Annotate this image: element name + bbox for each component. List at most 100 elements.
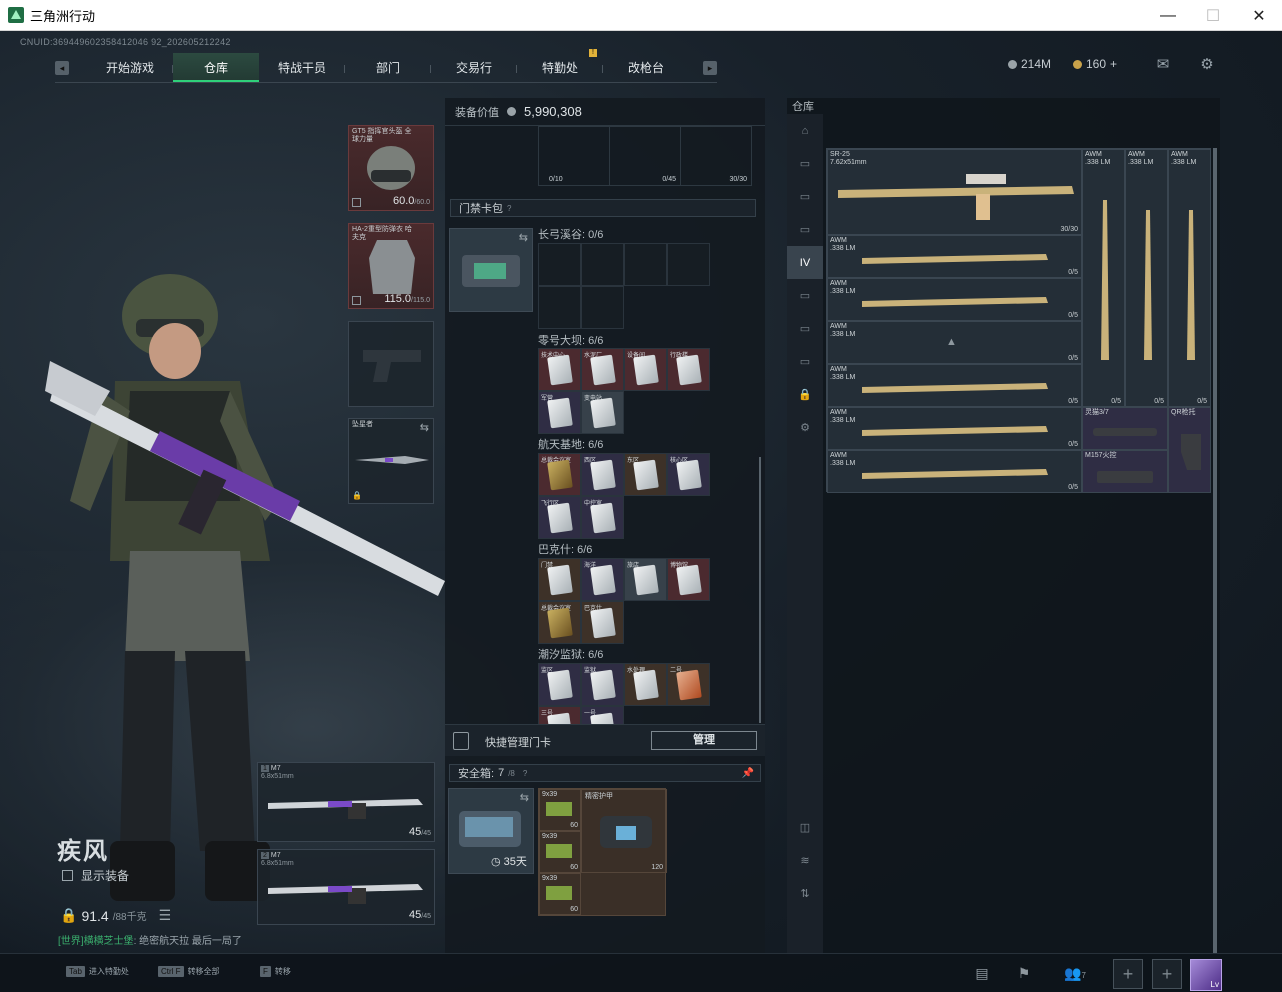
hint-enter-special-ops[interactable]: Tab 进入特勤处 [66, 966, 129, 977]
category-medical-icon[interactable]: ▭ [787, 312, 823, 345]
close-button[interactable]: ✕ [1236, 0, 1282, 31]
stash-item-awm[interactable]: AWM .338 LM 0/5 [827, 364, 1082, 407]
flag-icon[interactable]: ⚑ [1013, 962, 1035, 984]
stats-chart-icon[interactable]: ▤ [971, 962, 993, 984]
swap-icon[interactable]: ⇆ [519, 231, 528, 244]
settings-gear-icon[interactable]: ⚙ [1198, 57, 1216, 73]
tab-special-ops[interactable]: 特勤处! [517, 49, 603, 82]
hint-transfer[interactable]: F 转移 [260, 966, 291, 977]
stash-item-fire-control[interactable]: M157火控 [1082, 450, 1168, 493]
stash-item-awm-vertical[interactable]: AWM .338 LM 0/5 [1082, 149, 1125, 407]
keycard[interactable]: 西区 [581, 453, 624, 496]
category-iv-icon[interactable]: IV [787, 246, 823, 279]
stash-scrollbar[interactable] [1213, 148, 1217, 953]
keycard[interactable]: 设备间 [624, 348, 667, 391]
keycard[interactable]: 水处理 [624, 663, 667, 706]
layers-icon[interactable]: ≋ [787, 844, 823, 877]
transfer-icon[interactable]: ⇅ [787, 877, 823, 910]
keycard[interactable]: 技术中心 [538, 348, 581, 391]
stash-item-awm-vertical[interactable]: AWM .338 LM 0/5 [1168, 149, 1211, 407]
nav-next-icon[interactable]: ▸ [703, 60, 717, 75]
ammo-item[interactable]: 9x39 60 [539, 873, 581, 915]
category-ammo-icon[interactable]: ▭ [787, 180, 823, 213]
keycard[interactable]: 总裁会议室 [538, 453, 581, 496]
show-equipment-checkbox[interactable] [62, 870, 73, 881]
keycard[interactable]: 核心区 [667, 453, 710, 496]
category-gear-icon[interactable]: ▭ [787, 279, 823, 312]
key-slot-empty[interactable] [624, 243, 667, 286]
tab-department[interactable]: 部门 [345, 53, 431, 82]
swap-icon[interactable]: ⇆ [420, 421, 429, 434]
keycard[interactable]: 旅店 [624, 558, 667, 601]
keycard[interactable]: 二号 [667, 663, 710, 706]
pistol-slot[interactable] [348, 321, 434, 407]
pin-icon[interactable]: 📌 [742, 768, 754, 779]
add-party-slot-button[interactable]: + [1113, 959, 1143, 989]
category-misc-icon[interactable]: ▭ [787, 345, 823, 378]
sort-icon[interactable]: ◫ [787, 811, 823, 844]
melee-slot[interactable]: 坠星者 ⇆ 🔒 [348, 418, 434, 504]
player-avatar[interactable]: Lv [1190, 959, 1222, 991]
keycard[interactable]: 东区 [624, 453, 667, 496]
swap-icon[interactable]: ⇆ [520, 791, 529, 804]
show-equipment-toggle[interactable]: 显示装备 [62, 867, 129, 884]
keycard[interactable]: 水泥厂 [581, 348, 624, 391]
stash-item-stock[interactable]: QR枪托 [1168, 407, 1211, 493]
key-slot-empty[interactable] [538, 243, 581, 286]
mail-icon[interactable]: ✉ [1154, 57, 1172, 73]
category-armor-icon[interactable]: ▭ [787, 213, 823, 246]
keycard[interactable]: 三号 [538, 706, 581, 724]
category-all-icon[interactable]: ⌂ [787, 114, 823, 147]
keycard-case-slot[interactable]: ⇆ [449, 228, 533, 312]
key-slot-empty[interactable] [538, 286, 581, 329]
tab-start-game[interactable]: 开始游戏 [87, 53, 173, 82]
key-slot-empty[interactable] [581, 243, 624, 286]
keycard[interactable]: 监狱 [581, 663, 624, 706]
backpack-item[interactable]: 30/30 [681, 127, 751, 185]
key-slot-empty[interactable] [581, 286, 624, 329]
tab-trading[interactable]: 交易行 [431, 53, 517, 82]
keycard[interactable]: 门禁 [538, 558, 581, 601]
stash-item-sr25[interactable]: SR-25 7.62x51mm 30/30 [827, 149, 1082, 235]
tab-warehouse[interactable]: 仓库 [173, 53, 259, 82]
armor-slot[interactable]: HA-2重型防弹衣 哈夫克 115.0/115.0 [348, 223, 434, 309]
ammo-item[interactable]: 9x39 60 [539, 789, 581, 831]
list-icon[interactable]: ☰ [159, 907, 172, 924]
category-settings-icon[interactable]: ⚙ [787, 411, 823, 444]
key-slot-empty[interactable] [667, 243, 710, 286]
nav-prev-icon[interactable]: ◂ [55, 60, 69, 75]
manage-keycards-button[interactable]: 管理 [651, 731, 757, 750]
keycard[interactable]: 巴克什 [581, 601, 624, 644]
keycard[interactable]: 监区 [538, 663, 581, 706]
safe-box-slot[interactable]: ⇆ ◷ 35天 [448, 788, 534, 874]
stash-item-scope[interactable]: 灵猫3/7 [1082, 407, 1168, 450]
tab-operators[interactable]: 特战干员 [259, 53, 345, 82]
keycard[interactable]: 军营 [538, 391, 581, 434]
category-locked-icon[interactable]: 🔒 [787, 378, 823, 411]
stash-item-awm[interactable]: AWM .338 LM 0/5 [827, 407, 1082, 450]
category-weapons-icon[interactable]: ▭ [787, 147, 823, 180]
keycard[interactable]: 飞行区 [538, 496, 581, 539]
tab-gunsmith[interactable]: 改枪台 [603, 53, 689, 82]
stash-item-awm[interactable]: AWM .338 LM 0/5 [827, 450, 1082, 493]
hint-transfer-all[interactable]: Ctrl F 转移全部 [158, 966, 220, 977]
keycard[interactable]: 总裁会议室 [538, 601, 581, 644]
maximize-button[interactable]: ☐ [1190, 0, 1236, 31]
keycard[interactable]: 海洋 [581, 558, 624, 601]
stash-item-awm-vertical[interactable]: AWM .338 LM 0/5 [1125, 149, 1168, 407]
stash-item-awm[interactable]: AWM .338 LM 0/5 [827, 278, 1082, 321]
keycard-scrollbar[interactable] [759, 457, 761, 723]
primary-weapon-slot-1[interactable]: 1 M7 6.8x51mm 45/45 [257, 762, 435, 842]
coins-display[interactable]: 160 + [1073, 57, 1117, 71]
add-party-slot-button[interactable]: + [1152, 959, 1182, 989]
stash-item-awm[interactable]: AWM .338 LM 0/5 [827, 235, 1082, 278]
backpack-item[interactable]: 0/45 [610, 127, 681, 185]
add-coins-button[interactable]: + [1110, 57, 1117, 71]
keycard[interactable]: 行政楼 [667, 348, 710, 391]
keycard[interactable]: 中控室 [581, 496, 624, 539]
helmet-slot[interactable]: GT5 指挥官头盔 全球力量 60.0/60.0 [348, 125, 434, 211]
backpack-item[interactable]: 0/10 [539, 127, 610, 185]
keycard[interactable]: 一号 [581, 706, 624, 724]
friends-icon[interactable]: 👥7 [1060, 962, 1090, 984]
ammo-item[interactable]: 9x39 60 [539, 831, 581, 873]
